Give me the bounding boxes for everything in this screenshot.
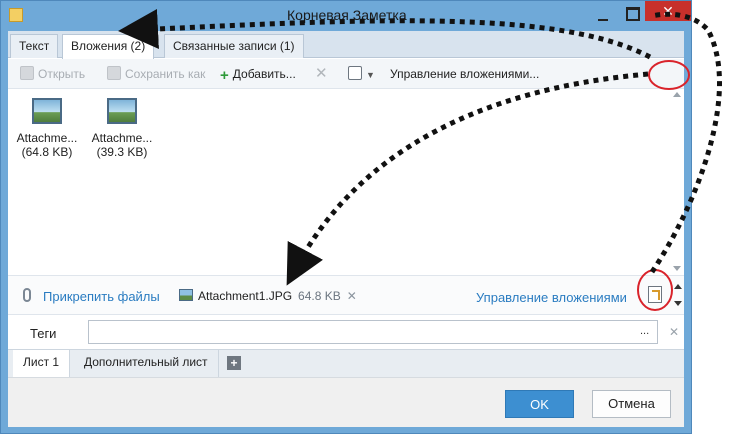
delete-icon: ✕ bbox=[315, 65, 328, 82]
attachments-list: Attachme... (64.8 KB) Attachme... (39.3 … bbox=[8, 90, 668, 275]
chevron-down-icon: ▼ bbox=[366, 70, 375, 80]
image-file-icon bbox=[32, 98, 62, 124]
manage-attachments-button[interactable]: Управление вложениями... bbox=[390, 66, 539, 82]
chevron-down-icon[interactable] bbox=[674, 301, 682, 306]
vertical-scrollbar[interactable] bbox=[671, 90, 684, 275]
tab-text[interactable]: Текст bbox=[10, 34, 59, 58]
paperclip-icon bbox=[23, 288, 31, 302]
attached-file-name: Attachment1.JPG bbox=[198, 289, 293, 303]
open-button[interactable]: Открыть bbox=[20, 66, 85, 82]
tab-attachments[interactable]: Вложения (2) bbox=[62, 34, 155, 59]
scroll-down-icon[interactable] bbox=[673, 266, 681, 271]
scroll-up-icon[interactable] bbox=[673, 92, 681, 97]
ok-button[interactable]: OK bbox=[505, 390, 574, 418]
add-sheet-icon[interactable]: + bbox=[227, 356, 241, 370]
view-mode-icon bbox=[348, 66, 362, 80]
image-file-icon bbox=[107, 98, 137, 124]
dialog-footer: OK Отмена bbox=[8, 377, 684, 427]
save-icon bbox=[107, 66, 121, 80]
title-bar: Корневая Заметка ✕ bbox=[1, 1, 691, 31]
attachment-item[interactable]: Attachme... (39.3 KB) bbox=[83, 98, 161, 159]
sheet-tab-additional[interactable]: Дополнительный лист bbox=[74, 350, 219, 377]
attach-files-link[interactable]: Прикрепить файлы bbox=[43, 289, 160, 304]
chevron-up-icon[interactable] bbox=[674, 284, 682, 289]
attachment-size: (64.8 KB) bbox=[21, 145, 73, 159]
manage-attachments-icon[interactable] bbox=[648, 286, 662, 303]
open-label: Открыть bbox=[38, 67, 86, 81]
attached-file-size: 64.8 KB bbox=[298, 289, 341, 303]
image-file-icon bbox=[179, 289, 193, 301]
add-label: Добавить... bbox=[232, 67, 296, 81]
sheet-tabs: Лист 1 Дополнительный лист + bbox=[8, 349, 684, 377]
cancel-button[interactable]: Отмена bbox=[592, 390, 671, 418]
save-as-label: Сохранить как bbox=[125, 67, 206, 81]
open-icon bbox=[20, 66, 34, 80]
attachment-name: Attachme... bbox=[91, 131, 153, 145]
add-button[interactable]: + Добавить... bbox=[220, 66, 296, 84]
plus-icon: + bbox=[220, 67, 229, 84]
dialog-window: Корневая Заметка ✕ Текст Вложения (2) Св… bbox=[0, 0, 692, 434]
attachment-bar: Прикрепить файлы Attachment1.JPG 64.8 KB ✕… bbox=[8, 275, 684, 315]
attachments-toolbar: Открыть Сохранить как + Добавить... ✕ ▼ У… bbox=[8, 59, 684, 89]
minimize-button[interactable] bbox=[589, 7, 617, 25]
maximize-button[interactable] bbox=[619, 3, 643, 23]
tab-strip: Текст Вложения (2) Связанные записи (1) bbox=[8, 31, 684, 59]
save-as-button[interactable]: Сохранить как bbox=[107, 66, 205, 82]
manage-attachments-link[interactable]: Управление вложениями bbox=[476, 290, 627, 305]
view-mode-button[interactable]: ▼ bbox=[348, 66, 375, 82]
tags-clear-icon[interactable]: ✕ bbox=[669, 325, 679, 339]
remove-file-icon[interactable]: ✕ bbox=[347, 289, 357, 303]
window-title: Корневая Заметка bbox=[287, 7, 407, 23]
delete-button[interactable]: ✕ bbox=[315, 66, 328, 82]
attached-file-chip[interactable]: Attachment1.JPG 64.8 KB ✕ bbox=[179, 289, 357, 303]
note-icon bbox=[9, 8, 23, 22]
sheet-tab-1[interactable]: Лист 1 bbox=[13, 350, 71, 377]
close-button[interactable]: ✕ bbox=[645, 1, 691, 21]
attachment-size: (39.3 KB) bbox=[96, 145, 148, 159]
tags-row: Теги ... ✕ bbox=[8, 316, 684, 348]
tab-linked-records[interactable]: Связанные записи (1) bbox=[164, 34, 304, 58]
attachment-item[interactable]: Attachme... (64.8 KB) bbox=[8, 98, 86, 159]
tags-browse-button[interactable]: ... bbox=[640, 325, 649, 337]
tags-input[interactable] bbox=[88, 320, 658, 344]
dialog-client: Текст Вложения (2) Связанные записи (1) … bbox=[8, 31, 684, 427]
attachment-name: Attachme... bbox=[16, 131, 78, 145]
tags-label: Теги bbox=[30, 326, 57, 341]
